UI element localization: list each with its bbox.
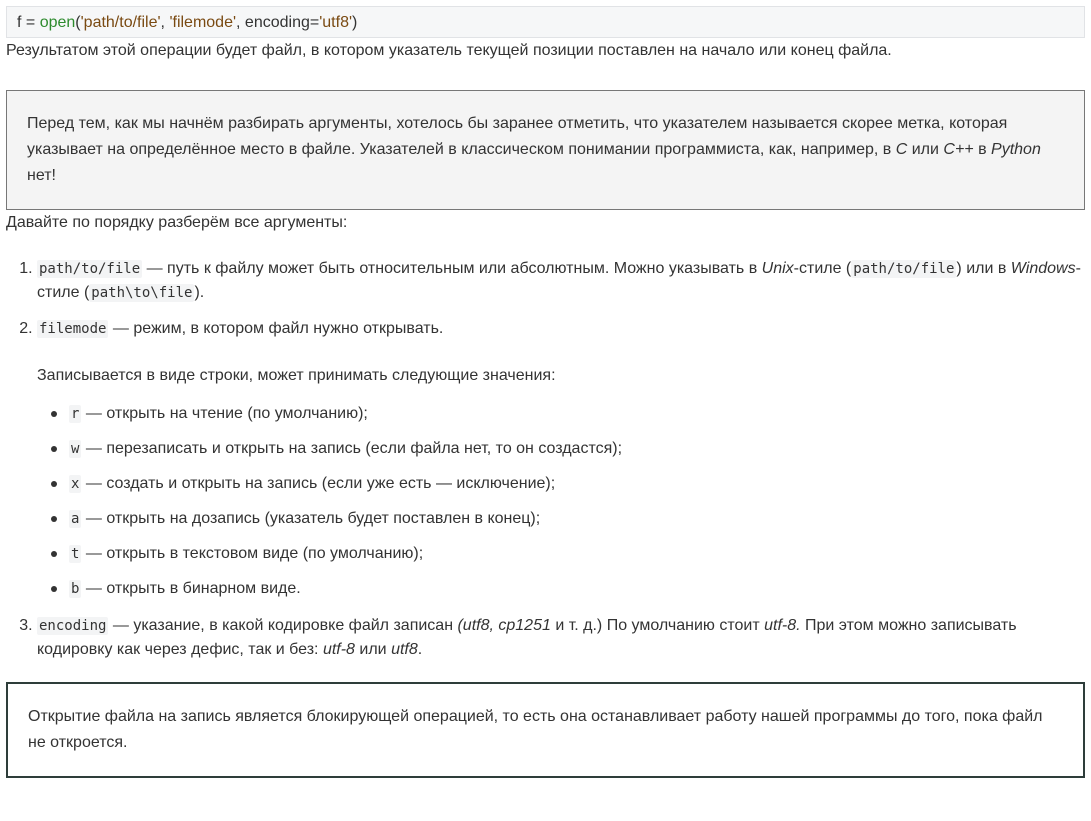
argument-path: path/to/file — путь к файлу может быть о… (37, 257, 1085, 305)
argument-encoding: encoding — указание, в какой кодировке ф… (37, 614, 1085, 662)
arg-path-unix: Unix (761, 260, 794, 277)
mode-code: x (69, 475, 82, 493)
note1-mid1: или (907, 141, 944, 158)
mode-desc: — перезаписать и открыть на запись (если… (81, 440, 623, 457)
mode-code: a (69, 510, 82, 528)
arg-encoding-hyphen: utf-8 (322, 641, 355, 658)
mode-item-x: x — создать и открыть на запись (если уж… (49, 471, 1085, 497)
code-arg-path: 'path/to/file' (80, 14, 161, 31)
arg-path-text3: ) или в (956, 260, 1011, 277)
arg-path-windows: Windows (1010, 260, 1076, 277)
pointer-note: Перед тем, как мы начнём разбирать аргум… (6, 90, 1085, 210)
filemode-values-list: r — открыть на чтение (по умолчанию); w … (37, 401, 1085, 602)
bullet-dot (51, 411, 57, 417)
mode-item-b: b — открыть в бинарном виде. (49, 576, 1085, 602)
arg-path-windows-code: path\to\file (89, 284, 195, 302)
arg-encoding-text4: или (354, 641, 392, 658)
mode-desc: — открыть на чтение (по умолчанию); (81, 405, 368, 422)
arg-filemode-code: filemode (37, 320, 109, 338)
mode-item-t: t — открыть в текстовом виде (по умолчан… (49, 541, 1085, 567)
code-close-paren: ) (352, 14, 358, 31)
arg-path-text: — путь к файлу может быть относительным … (142, 260, 762, 277)
mode-desc: — создать и открыть на запись (если уже … (81, 475, 556, 492)
arg-path-text2: -стиле ( (793, 260, 852, 277)
filemode-description: Записывается в виде строки, может приним… (37, 367, 556, 384)
note1-lang-cpp: C++ (943, 141, 974, 158)
arg-filemode-text: — режим, в котором файл нужно открывать. (108, 320, 444, 337)
code-assign: = (21, 14, 40, 31)
intro-paragraph: Результатом этой операции будет файл, в … (6, 42, 892, 59)
arg-encoding-examples: (utf8, cp1251 (457, 617, 551, 634)
arg-encoding-nohyphen: utf8 (391, 641, 418, 658)
mode-desc: — открыть в бинарном виде. (81, 580, 301, 597)
note1-lang-python: Python (991, 141, 1041, 158)
mode-item-r: r — открыть на чтение (по умолчанию); (49, 401, 1085, 427)
note1-mid2: в (973, 141, 992, 158)
mode-code: b (69, 580, 82, 598)
arguments-lead: Давайте по порядку разберём все аргумент… (6, 214, 348, 231)
note1-before: Перед тем, как мы начнём разбирать аргум… (27, 115, 1008, 158)
mode-code: w (69, 440, 82, 458)
arg-encoding-text5: . (417, 641, 423, 658)
bullet-dot (51, 516, 57, 522)
blocking-note: Открытие файла на запись является блокир… (6, 682, 1085, 778)
arg-encoding-code: encoding (37, 617, 109, 635)
code-sep2: , encoding= (236, 14, 320, 31)
arg-path-code: path/to/file (37, 260, 143, 278)
mode-code: r (69, 405, 82, 423)
mode-code: t (69, 545, 82, 563)
arg-path-unix-code: path/to/file (851, 260, 957, 278)
mode-desc: — открыть в текстовом виде (по умолчанию… (81, 545, 424, 562)
mode-desc: — открыть на дозапись (указатель будет п… (81, 510, 541, 527)
arg-path-text5: ). (194, 284, 205, 301)
arg-encoding-default: utf-8. (764, 617, 801, 634)
code-arg-encoding: 'utf8' (319, 14, 353, 31)
argument-filemode: filemode — режим, в котором файл нужно о… (37, 317, 1085, 602)
mode-item-w: w — перезаписать и открыть на запись (ес… (49, 436, 1085, 462)
arg-encoding-text: — указание, в какой кодировке файл запис… (108, 617, 458, 634)
article-content: f = open('path/to/file', 'filemode', enc… (6, 6, 1085, 778)
arguments-list: path/to/file — путь к файлу может быть о… (6, 257, 1085, 662)
note1-lang-c: C (895, 141, 908, 158)
mode-item-a: a — открыть на дозапись (указатель будет… (49, 506, 1085, 532)
code-snippet: f = open('path/to/file', 'filemode', enc… (6, 6, 1085, 38)
note1-after: нет! (27, 167, 56, 184)
bullet-dot (51, 446, 57, 452)
code-arg-mode: 'filemode' (169, 14, 237, 31)
bullet-dot (51, 551, 57, 557)
bullet-dot (51, 586, 57, 592)
bullet-dot (51, 481, 57, 487)
code-function: open (39, 14, 76, 31)
arg-encoding-text2: и т. д.) По умолчанию стоит (550, 617, 765, 634)
